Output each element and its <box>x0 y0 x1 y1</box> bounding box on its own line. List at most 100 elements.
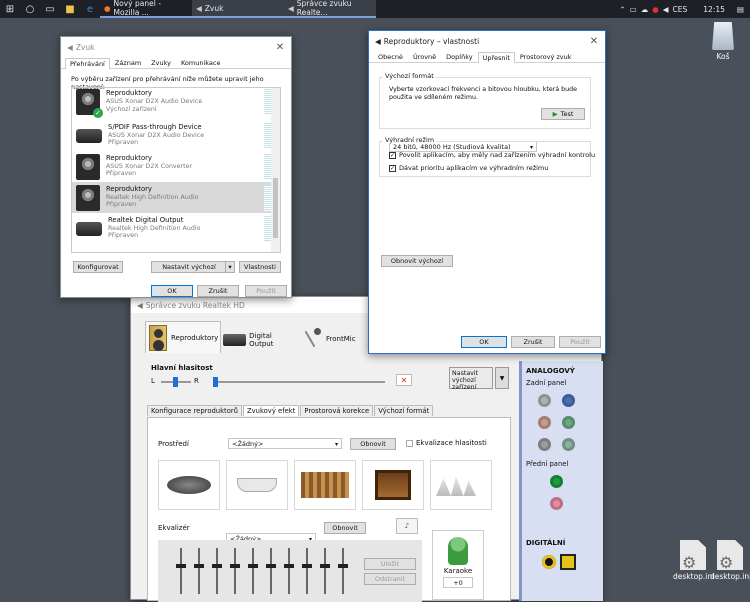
tab-digital-output[interactable]: Digital Output <box>223 329 293 351</box>
desktop-file[interactable]: desktop.ini <box>673 540 714 581</box>
eq-slider[interactable] <box>320 548 330 594</box>
tab-playback[interactable]: Přehrávání <box>65 58 110 69</box>
coaxial-jack[interactable] <box>542 555 556 569</box>
tab-room-correction[interactable]: Prostorová korekce <box>300 405 374 416</box>
properties-titlebar[interactable]: ◀ Reproduktory – vlastnosti ✕ <box>369 31 605 51</box>
tab-recording[interactable]: Záznam <box>110 57 146 68</box>
karaoke-icon[interactable] <box>448 537 468 565</box>
set-default-device-button[interactable]: Nastavit výchozí zařízení <box>449 367 493 391</box>
eq-slider[interactable] <box>302 548 312 594</box>
rear-jack-6[interactable] <box>562 438 575 451</box>
default-device-dropdown[interactable]: ▼ <box>495 367 509 389</box>
front-jack-headphone[interactable] <box>550 475 563 488</box>
ok-button[interactable]: OK <box>461 336 507 348</box>
tab-default-format[interactable]: Výchozí formát <box>374 405 434 416</box>
eq-slider[interactable] <box>284 548 294 594</box>
eq-slider[interactable] <box>230 548 240 594</box>
task-view-icon[interactable]: ▭ <box>40 0 60 18</box>
device-item[interactable]: Realtek Digital Output Realtek High Defin… <box>72 213 280 244</box>
start-icon[interactable]: ⊞ <box>0 0 20 18</box>
device-list-scrollbar[interactable] <box>271 88 280 252</box>
tab-speaker-config[interactable]: Konfigurace reproduktorů <box>147 405 242 416</box>
clock[interactable]: 12:15 <box>703 5 725 14</box>
configure-button[interactable]: Konfigurovat <box>73 261 123 273</box>
equalizer-reset-button[interactable]: Obnovit <box>324 522 366 534</box>
edge-icon[interactable]: e <box>80 0 100 18</box>
recycle-bin[interactable]: Koš <box>703 22 743 61</box>
device-item[interactable]: Reproduktory ASUS Xonar D2X Converter Přip… <box>72 151 280 182</box>
cancel-button[interactable]: Zrušit <box>511 336 555 348</box>
rear-jack-2[interactable] <box>562 394 575 407</box>
rear-jack-3[interactable] <box>538 416 551 429</box>
env-colosseum[interactable] <box>294 460 356 510</box>
eq-slider[interactable] <box>212 548 222 594</box>
close-icon[interactable]: ✕ <box>269 42 291 53</box>
volume-icon[interactable]: ◀ <box>663 5 669 14</box>
restore-defaults-button[interactable]: Obnovit výchozí <box>381 255 453 267</box>
env-auditorium[interactable] <box>362 460 424 510</box>
taskbar-realtek[interactable]: ◀ Správce zvuku Realte... <box>284 0 376 18</box>
guitar-button[interactable]: ♪ <box>396 518 418 534</box>
env-bathroom[interactable] <box>226 460 288 510</box>
balance-slider[interactable] <box>161 377 191 387</box>
ok-button[interactable]: OK <box>151 285 193 297</box>
apply-button[interactable]: Použít <box>245 285 287 297</box>
cancel-button[interactable]: Zrušit <box>197 285 239 297</box>
file-explorer-icon[interactable]: ■ <box>60 0 80 18</box>
eq-slider[interactable] <box>194 548 204 594</box>
rear-jack-4[interactable] <box>562 416 575 429</box>
device-item[interactable]: S/PDIF Pass-through Device ASUS Xonar D2X… <box>72 120 280 151</box>
rear-jack-1[interactable] <box>538 394 551 407</box>
tab-frontmic[interactable]: FrontMic <box>301 325 361 353</box>
tab-general[interactable]: Obecné <box>373 51 408 62</box>
mute-button[interactable]: ✕ <box>396 374 412 386</box>
desktop-file[interactable]: desktop.ini <box>710 540 750 581</box>
tab-enhancements[interactable]: Doplňky <box>441 51 477 62</box>
optical-jack[interactable] <box>560 554 576 570</box>
test-button[interactable]: ▶ Test <box>541 108 585 120</box>
environment-reset-button[interactable]: Obnovit <box>350 438 396 450</box>
front-jack-mic[interactable] <box>550 497 563 510</box>
eq-slider[interactable] <box>248 548 258 594</box>
rear-jack-5[interactable] <box>538 438 551 451</box>
eq-slider[interactable] <box>176 548 186 594</box>
eq-remove-button[interactable]: Odstranit <box>364 573 416 585</box>
tab-spatial-sound[interactable]: Prostorový zvuk <box>515 51 577 62</box>
tab-communication[interactable]: Komunikace <box>176 57 226 68</box>
properties-button[interactable]: Vlastnosti <box>239 261 281 273</box>
env-opera-house[interactable] <box>430 460 492 510</box>
taskbar-firefox[interactable]: ● Nový panel - Mozilla ... <box>100 0 192 18</box>
apply-button[interactable]: Použít <box>559 336 601 348</box>
exclusive-control-checkbox[interactable]: ✓ Povolit aplikacím, aby měly nad zaříze… <box>389 151 595 159</box>
taskbar-zvuk[interactable]: ◀ Zvuk <box>192 0 284 18</box>
env-stone[interactable] <box>158 460 220 510</box>
eq-slider[interactable] <box>266 548 276 594</box>
set-default-button[interactable]: Nastavit výchozí <box>151 261 227 273</box>
tab-advanced[interactable]: Upřesnit <box>477 52 515 63</box>
environment-select[interactable]: <Žádný> ▾ <box>228 438 342 449</box>
eq-save-button[interactable]: Uložit <box>364 558 416 570</box>
eq-slider[interactable] <box>338 548 348 594</box>
device-item[interactable]: ✓ Reproduktory ASUS Xonar D2X Audio Devic… <box>72 88 280 120</box>
exclusive-priority-checkbox[interactable]: ✓ Dávat prioritu aplikacím ve výhradním … <box>389 164 548 172</box>
monitor-icon[interactable]: ▭ <box>630 5 637 14</box>
karaoke-value-field[interactable]: +0 <box>443 577 473 588</box>
av-icon[interactable]: ● <box>652 5 659 14</box>
keyboard-language[interactable]: CES <box>673 5 688 14</box>
tab-reproduktory[interactable]: Reproduktory <box>145 321 221 353</box>
tab-levels[interactable]: Úrovně <box>408 51 441 62</box>
device-item-selected[interactable]: Reproduktory Realtek High Definition Audi… <box>72 182 280 213</box>
chevron-down-icon: ▾ <box>334 441 338 448</box>
volume-slider[interactable] <box>213 377 385 387</box>
zvuk-titlebar[interactable]: ◀ Zvuk ✕ <box>61 37 291 57</box>
search-icon[interactable]: ○ <box>20 0 40 18</box>
close-icon[interactable]: ✕ <box>583 36 605 47</box>
loudness-checkbox[interactable]: Ekvalizace hlasitosti <box>406 439 487 447</box>
tab-sound-effect[interactable]: Zvukový efekt <box>242 405 300 416</box>
guitar-icon: ♪ <box>404 522 410 530</box>
tab-sounds[interactable]: Zvuky <box>146 57 176 68</box>
notification-chevron-icon[interactable]: ⌃ <box>619 5 625 14</box>
set-default-dropdown[interactable]: ▾ <box>225 261 235 273</box>
action-center-icon[interactable]: ▤ <box>737 5 744 14</box>
wifi-icon[interactable]: ☁ <box>641 5 649 14</box>
